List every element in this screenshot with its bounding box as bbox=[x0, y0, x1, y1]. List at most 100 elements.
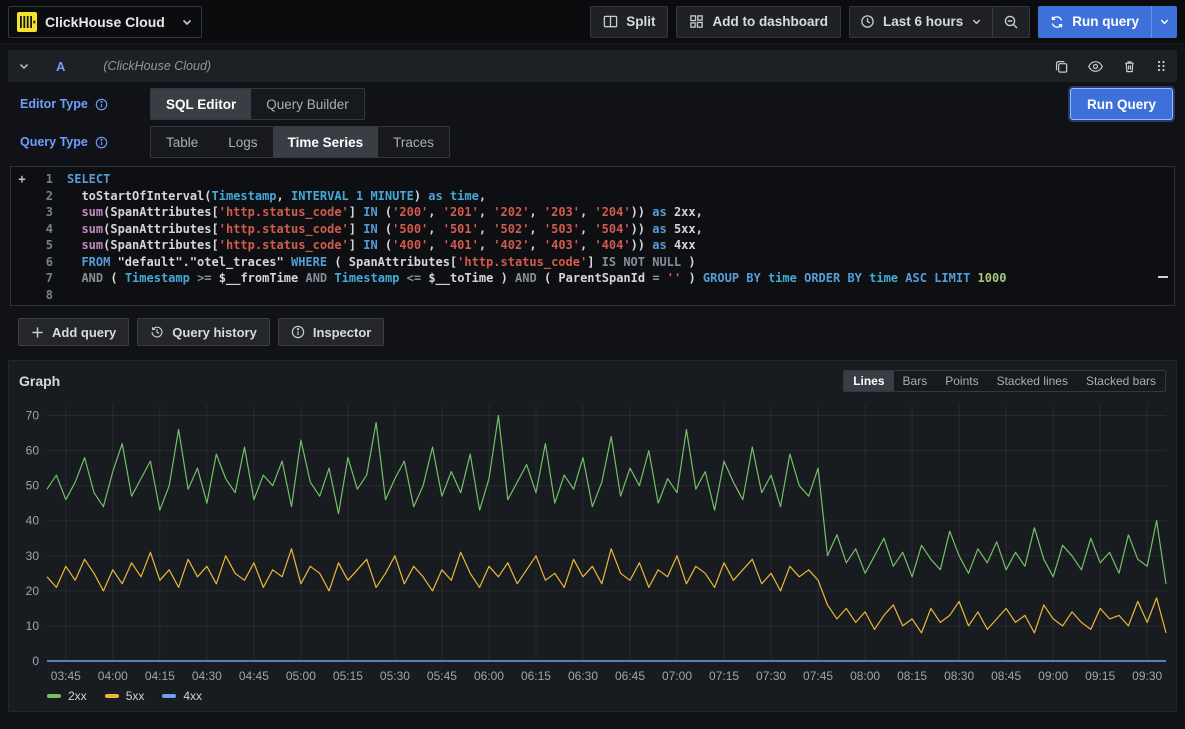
history-icon bbox=[150, 325, 164, 339]
graph-mode-points[interactable]: Points bbox=[936, 371, 987, 391]
run-query-nav-button[interactable]: Run query bbox=[1038, 6, 1151, 38]
legend-label: 5xx bbox=[126, 689, 145, 703]
line-number: 5 bbox=[33, 237, 53, 254]
info-circle-icon[interactable] bbox=[95, 98, 108, 111]
x-tick-label: 04:30 bbox=[192, 669, 222, 683]
y-tick-label: 50 bbox=[26, 479, 40, 493]
editor-type-option-query-builder[interactable]: Query Builder bbox=[251, 89, 364, 119]
code-line-8[interactable]: 8 bbox=[11, 287, 1174, 304]
editor-type-option-sql-editor[interactable]: SQL Editor bbox=[151, 89, 251, 119]
gutter-spacer bbox=[11, 254, 33, 271]
run-query-nav-label: Run query bbox=[1072, 14, 1139, 29]
query-datasource-hint: (ClickHouse Cloud) bbox=[103, 59, 211, 73]
add-to-dashboard-label: Add to dashboard bbox=[712, 14, 828, 29]
editor-cursor bbox=[1158, 276, 1168, 278]
x-tick-label: 09:30 bbox=[1132, 669, 1162, 683]
x-tick-label: 05:45 bbox=[427, 669, 457, 683]
hide-response-eye-icon[interactable] bbox=[1087, 58, 1104, 75]
legend-item-4xx[interactable]: 4xx bbox=[162, 689, 202, 703]
graph-mode-stacked-lines[interactable]: Stacked lines bbox=[988, 371, 1077, 391]
query-type-option-table[interactable]: Table bbox=[151, 127, 213, 157]
x-tick-label: 04:45 bbox=[239, 669, 269, 683]
sql-code-editor[interactable]: +1SELECT2 toStartOfInterval(Timestamp, I… bbox=[10, 166, 1175, 306]
remove-query-trash-icon[interactable] bbox=[1122, 59, 1137, 74]
collapse-chevron-icon[interactable] bbox=[18, 60, 30, 72]
gutter-spacer bbox=[11, 188, 33, 205]
split-label: Split bbox=[626, 14, 655, 29]
graph-mode-bars[interactable]: Bars bbox=[894, 371, 937, 391]
split-button[interactable]: Split bbox=[590, 6, 668, 38]
add-line-icon: + bbox=[11, 171, 33, 188]
code-line-7[interactable]: 7 AND ( Timestamp >= $__fromTime AND Tim… bbox=[11, 270, 1174, 287]
graph-panel: Graph LinesBarsPointsStacked linesStacke… bbox=[8, 360, 1177, 712]
y-tick-label: 20 bbox=[26, 584, 40, 598]
clickhouse-logo-icon bbox=[17, 12, 37, 32]
datasource-picker[interactable]: ClickHouse Cloud bbox=[8, 6, 202, 38]
line-number: 6 bbox=[33, 254, 53, 271]
query-type-option-logs[interactable]: Logs bbox=[213, 127, 272, 157]
code-line-3[interactable]: 3 sum(SpanAttributes['http.status_code']… bbox=[11, 204, 1174, 221]
code-line-4[interactable]: 4 sum(SpanAttributes['http.status_code']… bbox=[11, 221, 1174, 238]
x-tick-label: 09:15 bbox=[1085, 669, 1115, 683]
line-number: 2 bbox=[33, 188, 53, 205]
editor-type-field-label: Editor Type bbox=[8, 97, 150, 111]
x-tick-label: 08:30 bbox=[944, 669, 974, 683]
query-type-label: Query Type bbox=[20, 135, 88, 149]
x-tick-label: 08:45 bbox=[991, 669, 1021, 683]
query-row-actions bbox=[1054, 58, 1167, 75]
datasource-label: ClickHouse Cloud bbox=[45, 14, 173, 30]
x-tick-label: 08:15 bbox=[897, 669, 927, 683]
query-type-option-time-series[interactable]: Time Series bbox=[273, 127, 379, 157]
code-line-5[interactable]: 5 sum(SpanAttributes['http.status_code']… bbox=[11, 237, 1174, 254]
query-history-button[interactable]: Query history bbox=[137, 318, 270, 346]
clock-icon bbox=[860, 14, 875, 29]
time-range-label: Last 6 hours bbox=[883, 14, 963, 29]
inspector-button[interactable]: Inspector bbox=[278, 318, 385, 346]
search-minus-icon bbox=[1003, 14, 1019, 30]
sync-icon bbox=[1050, 15, 1064, 29]
copy-query-icon[interactable] bbox=[1054, 59, 1069, 74]
x-tick-label: 05:15 bbox=[333, 669, 363, 683]
run-query-button[interactable]: Run Query bbox=[1070, 88, 1173, 120]
drag-handle-icon[interactable] bbox=[1155, 59, 1167, 73]
code-line-1[interactable]: +1SELECT bbox=[11, 171, 1174, 188]
query-row-header[interactable]: A (ClickHouse Cloud) bbox=[8, 50, 1177, 82]
zoom-out-time-button[interactable] bbox=[992, 7, 1029, 37]
code-line-6[interactable]: 6 FROM "default"."otel_traces" WHERE ( S… bbox=[11, 254, 1174, 271]
line-number: 1 bbox=[33, 171, 53, 188]
graph-mode-stacked-bars[interactable]: Stacked bars bbox=[1077, 371, 1165, 391]
legend-item-5xx[interactable]: 5xx bbox=[105, 689, 145, 703]
x-tick-label: 05:30 bbox=[380, 669, 410, 683]
query-type-option-traces[interactable]: Traces bbox=[378, 127, 449, 157]
time-series-chart[interactable]: 01020304050607003:4504:0004:1504:3004:45… bbox=[19, 393, 1172, 687]
legend-color-pill bbox=[162, 694, 176, 698]
y-tick-label: 70 bbox=[26, 409, 40, 423]
graph-mode-lines[interactable]: Lines bbox=[844, 371, 893, 391]
run-query-dropdown-caret[interactable] bbox=[1151, 6, 1177, 38]
add-query-label: Add query bbox=[52, 325, 116, 340]
gutter-spacer bbox=[11, 204, 33, 221]
graph-panel-title: Graph bbox=[19, 373, 60, 389]
gutter-spacer bbox=[11, 221, 33, 238]
x-tick-label: 07:00 bbox=[662, 669, 692, 683]
code-line-2[interactable]: 2 toStartOfInterval(Timestamp, INTERVAL … bbox=[11, 188, 1174, 205]
x-tick-label: 07:15 bbox=[709, 669, 739, 683]
gutter-spacer bbox=[11, 237, 33, 254]
info-circle-icon[interactable] bbox=[95, 136, 108, 149]
x-tick-label: 06:15 bbox=[521, 669, 551, 683]
y-tick-label: 10 bbox=[26, 619, 40, 633]
add-query-button[interactable]: Add query bbox=[18, 318, 129, 346]
time-range-picker[interactable]: Last 6 hours bbox=[850, 7, 992, 37]
legend-label: 2xx bbox=[68, 689, 87, 703]
query-ref-id: A bbox=[56, 59, 65, 74]
line-number: 7 bbox=[33, 270, 53, 287]
query-history-label: Query history bbox=[172, 325, 257, 340]
legend-item-2xx[interactable]: 2xx bbox=[47, 689, 87, 703]
add-to-dashboard-button[interactable]: Add to dashboard bbox=[676, 6, 841, 38]
editor-type-label: Editor Type bbox=[20, 97, 88, 111]
x-tick-label: 06:45 bbox=[615, 669, 645, 683]
y-tick-label: 60 bbox=[26, 444, 40, 458]
legend-label: 4xx bbox=[183, 689, 202, 703]
query-type-options: TableLogsTime SeriesTraces bbox=[150, 126, 450, 158]
y-tick-label: 40 bbox=[26, 514, 40, 528]
